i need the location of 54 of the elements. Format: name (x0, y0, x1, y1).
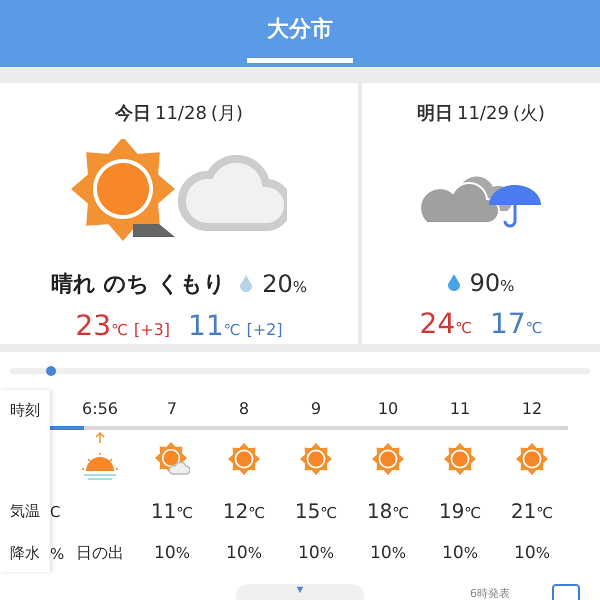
temp-diff: [+3] (134, 320, 170, 339)
row-label: 気温 (9, 500, 41, 522)
hour-temp: 15℃ (294, 499, 338, 523)
hour-label: 11 (450, 398, 470, 418)
hour-rain: % (50, 544, 64, 562)
timeline-slider[interactable] (10, 368, 590, 374)
hour-temp: 21℃ (510, 499, 554, 523)
date-text: 11/28 (155, 102, 207, 124)
day-label: 明日 (417, 102, 454, 125)
hour-temp: C (50, 502, 60, 520)
hour-label: 6:56 (82, 398, 118, 418)
hour-rain: 10% (442, 543, 478, 563)
forecast-text: 晴れ のち くもり (50, 270, 226, 299)
high-temp: 24℃ (420, 306, 472, 340)
hour-label: 12 (522, 398, 542, 418)
hour-label: 9 (310, 398, 322, 418)
rain-chance: 20% (262, 270, 308, 298)
add-button[interactable] (552, 584, 580, 600)
high-temp: 23℃ (75, 308, 128, 342)
expand-button[interactable]: ▼ (236, 584, 364, 600)
weekday-text: (月) (210, 102, 243, 125)
rain-chance: 90% (470, 268, 514, 297)
row-label: 時刻 (9, 400, 41, 420)
date-text: 11/29 (457, 102, 509, 124)
sunrise-label: 日の出 (76, 542, 124, 564)
slider-thumb[interactable] (46, 366, 56, 376)
sun-icon (299, 442, 333, 476)
hour-rain: 10% (298, 543, 334, 563)
sun-icon (371, 442, 405, 476)
hour-label: 8 (238, 398, 250, 418)
low-temp: 11℃ (188, 308, 240, 342)
hour-temp: 12℃ (222, 499, 266, 523)
sun-icon (515, 442, 549, 476)
raindrop-icon (240, 275, 252, 292)
hour-rain: 10% (514, 543, 550, 563)
city-tab[interactable]: 大分市 (247, 14, 353, 63)
raindrop-icon (448, 274, 460, 292)
weekday-text: (火) (512, 102, 545, 125)
hour-rain: 10% (154, 543, 190, 563)
issued-time: 6時発表 (470, 586, 510, 600)
hour-temp: 11℃ (150, 499, 194, 523)
hour-label: 7 (166, 398, 178, 418)
hour-label: 10 (378, 398, 398, 418)
hour-rain: 10% (370, 543, 406, 563)
hour-temp: 19℃ (438, 499, 482, 523)
sun-icon (443, 442, 477, 476)
sun-cloud-icon (154, 442, 190, 476)
temp-diff: [+2] (246, 320, 283, 339)
sun-icon (227, 442, 261, 476)
day-label: 今日 (115, 102, 152, 125)
hour-temp: 18℃ (366, 499, 410, 523)
hour-rain: 10% (226, 543, 262, 563)
row-label: 降水 (9, 542, 41, 564)
low-temp: 17℃ (490, 306, 542, 340)
